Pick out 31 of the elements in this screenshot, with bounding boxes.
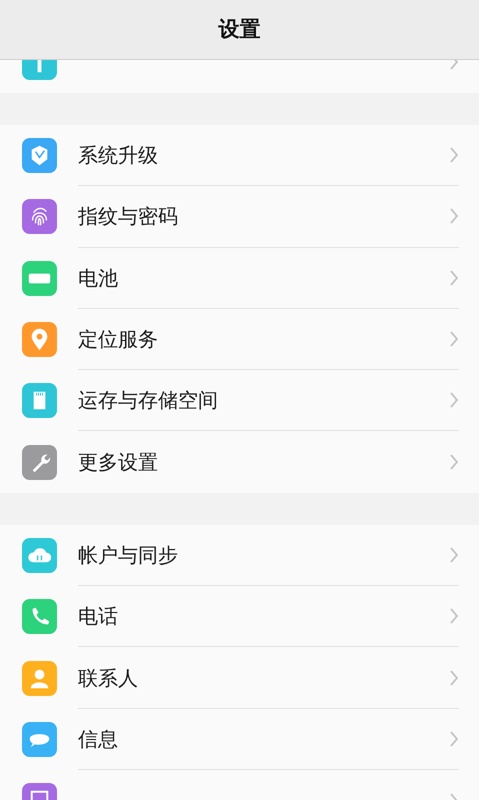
item-label: 电池 (78, 264, 119, 292)
item-label: 更多设置 (78, 449, 159, 476)
settings-item[interactable]: 更多设置 (0, 431, 479, 493)
item-label: 定位服务 (78, 326, 159, 354)
settings-item[interactable]: 定位服务 (0, 308, 479, 370)
settings-item[interactable]: 指纹与密码 (0, 186, 479, 248)
chevron-icon (449, 208, 459, 224)
settings-item[interactable]: 帐户与同步 (0, 524, 479, 586)
chevron-icon (449, 730, 459, 747)
settings-item[interactable]: 电池 (0, 248, 479, 309)
chevron-icon (449, 670, 459, 686)
item-label: 指纹与密码 (78, 203, 179, 230)
settings-item[interactable]: 运存与存储空间 (0, 370, 479, 432)
item-label: 信息 (78, 726, 119, 753)
settings-item[interactable]: 电话 (0, 586, 479, 648)
settings-item[interactable]: 联系人 (0, 647, 479, 709)
chevron-icon (449, 608, 459, 624)
settings-item[interactable]: 信息 (0, 708, 479, 770)
chevron-icon (449, 392, 459, 408)
window-title: 设置 (218, 16, 260, 43)
item-label: 帐户与同步 (78, 542, 179, 569)
item-label: 联系人 (78, 664, 139, 692)
chevron-icon (449, 454, 459, 470)
settings-item[interactable]: 系统升级 (0, 125, 479, 186)
chevron-icon (449, 331, 459, 348)
chevron-icon (449, 147, 459, 164)
item-label: 运存与存储空间 (78, 387, 219, 414)
chevron-icon (449, 270, 459, 286)
item-label: 系统升级 (78, 142, 159, 170)
chevron-icon (449, 546, 459, 563)
item-label: 电话 (78, 603, 119, 630)
